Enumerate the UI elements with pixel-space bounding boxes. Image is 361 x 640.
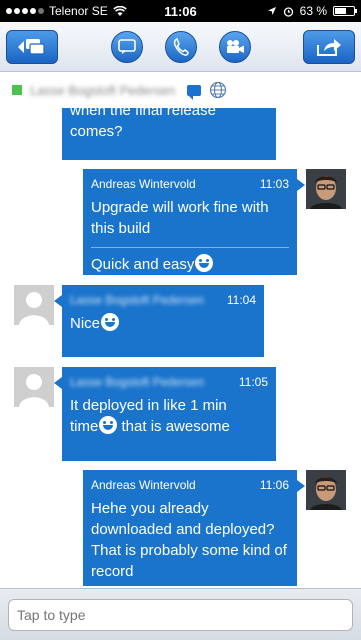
compose-bar	[0, 588, 361, 640]
message-text: Nice	[70, 315, 101, 332]
chat-mode-icon	[187, 84, 202, 100]
avatar[interactable]	[14, 367, 54, 407]
chat-bubble-icon	[117, 38, 136, 54]
battery-fill	[335, 8, 347, 14]
message-text-line: It deployed in like 1 min time that is a…	[62, 389, 276, 437]
avatar[interactable]	[14, 285, 54, 325]
message-bubble-incoming[interactable]: Lasse Bogstoft Pedersen 11:05 It deploye…	[54, 367, 276, 461]
default-user-icon	[14, 367, 54, 407]
action-buttons	[110, 30, 251, 63]
phone-icon	[173, 37, 189, 56]
toolbar	[0, 22, 361, 72]
message-time: 11:06	[259, 478, 289, 492]
alarm-clock-icon	[283, 6, 293, 17]
globe-icon[interactable]	[209, 81, 227, 99]
video-call-button[interactable]	[218, 30, 251, 63]
carrier-name: Telenor SE	[49, 4, 108, 18]
message-time: 11:03	[259, 177, 289, 191]
message-list[interactable]: when the final release comes? Andreas Wi…	[0, 108, 361, 588]
message-text-line: Nice	[62, 307, 264, 334]
sender-name: Andreas Wintervold	[91, 478, 196, 492]
message-input[interactable]	[8, 599, 353, 631]
user-photo-icon	[306, 470, 346, 510]
status-left: Telenor SE	[6, 4, 136, 18]
wifi-icon	[112, 5, 127, 16]
call-button[interactable]	[164, 30, 197, 63]
battery-icon	[333, 6, 357, 16]
message-text: time	[70, 418, 99, 435]
status-time: 11:06	[164, 3, 197, 19]
default-user-icon	[14, 285, 54, 325]
smiley-emoji-icon	[99, 416, 118, 434]
sender-name: Lasse Bogstoft Pedersen	[70, 293, 205, 307]
message-text: when the final release comes?	[70, 108, 216, 140]
message-bubble-outgoing[interactable]: Andreas Wintervold 11:03 Upgrade will wo…	[83, 169, 305, 275]
status-bar: Telenor SE 11:06 63 %	[0, 0, 361, 22]
sender-name: Andreas Wintervold	[91, 177, 196, 191]
message-bubble-incoming[interactable]: Lasse Bogstoft Pedersen 11:04 Nice	[54, 285, 264, 357]
message-text: that is awesome	[117, 418, 230, 435]
message-time: 11:05	[238, 375, 268, 389]
location-arrow-icon	[267, 7, 276, 15]
message-text-line: Quick and easy	[83, 248, 297, 275]
share-button[interactable]	[303, 29, 355, 64]
share-icon	[317, 38, 341, 56]
status-right: 63 %	[225, 4, 357, 18]
message-header: Andreas Wintervold 11:06	[83, 470, 297, 492]
avatar[interactable]	[306, 169, 346, 209]
chat-button[interactable]	[110, 30, 143, 63]
battery-percent: 63 %	[299, 4, 327, 18]
message-time: 11:04	[226, 293, 256, 307]
message-text: It deployed in like 1 min	[70, 397, 227, 414]
presence-indicator	[12, 85, 22, 95]
user-photo-icon	[306, 169, 346, 209]
contact-name: Lasse Bogstoft Pedersen	[30, 82, 176, 98]
message-text: Upgrade will work fine with this build	[91, 199, 269, 237]
message-bubble-outgoing[interactable]: when the final release comes?	[62, 108, 276, 160]
smiley-emoji-icon	[101, 313, 120, 331]
message-header: Lasse Bogstoft Pedersen 11:05	[62, 367, 276, 389]
back-to-chats-button[interactable]	[6, 29, 58, 64]
contact-bar: Lasse Bogstoft Pedersen	[0, 72, 361, 108]
smiley-emoji-icon	[195, 254, 214, 272]
signal-strength-icon	[6, 8, 44, 14]
video-camera-icon	[226, 39, 244, 53]
message-bubble-outgoing[interactable]: Andreas Wintervold 11:06 Hehe you alread…	[83, 470, 305, 586]
avatar[interactable]	[306, 470, 346, 510]
message-header: Lasse Bogstoft Pedersen 11:04	[62, 285, 264, 307]
chat-list-icon	[18, 38, 45, 55]
message-header: Andreas Wintervold 11:03	[83, 169, 297, 191]
message-text: Hehe you already downloaded and deployed…	[91, 500, 287, 580]
message-text: Quick and easy	[91, 256, 195, 273]
sender-name: Lasse Bogstoft Pedersen	[70, 375, 205, 389]
